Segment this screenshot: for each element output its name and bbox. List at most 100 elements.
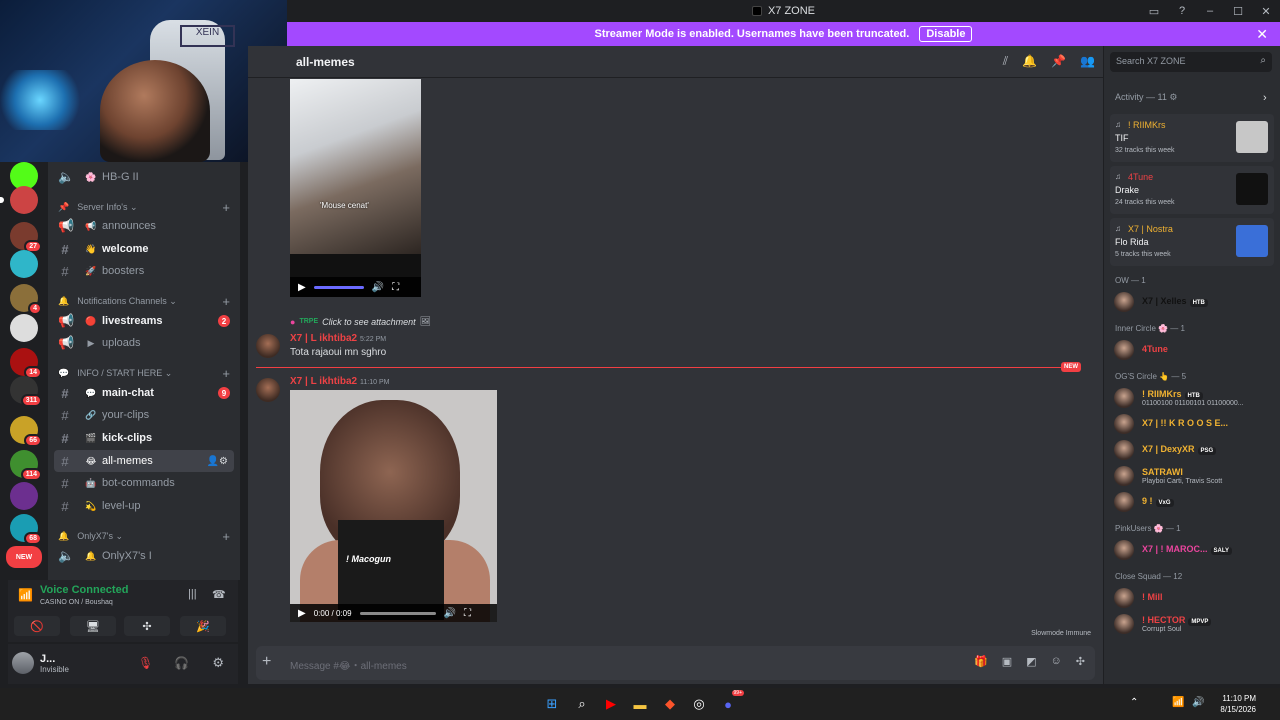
channel-settings-icon[interactable]: 👤⚙ [207,456,228,467]
close-banner-icon[interactable]: ✕ [1256,26,1268,43]
emoji-icon[interactable]: ☺ [1051,655,1062,668]
mic-muted-icon[interactable]: 🎙 [138,656,153,670]
play-icon[interactable]: ▶ [298,282,306,293]
avatar[interactable] [256,334,280,358]
channel-main-chat[interactable]: # 💬 main-chat 9 [54,382,234,404]
member-group-header[interactable]: Close Squad — 12 [1115,572,1182,581]
screen-share-button[interactable]: 🖥 [70,616,116,636]
channel-uploads[interactable]: 📢 ▶ uploads [54,332,234,354]
search-input[interactable]: Search X7 ZONE ⌕ [1110,52,1272,72]
avatar[interactable] [256,378,280,402]
volume-icon[interactable]: 🔊 [1192,697,1204,708]
member-row[interactable]: ! Mill [1110,586,1274,610]
voice-channel-name[interactable]: CASINO ON / Boushaq [40,599,113,606]
channel-announces[interactable]: 📢 📢 announces [54,215,234,237]
category-info-start-here[interactable]: 💬 INFO / START HERE ⌄ + [58,364,234,382]
gif-icon[interactable]: ▣ [1002,655,1012,668]
server-icon[interactable]: 114 [10,450,42,481]
help-icon[interactable]: ? [1168,5,1196,17]
youtube-icon[interactable]: ▶ [601,694,621,714]
avatar[interactable] [12,652,34,674]
add-channel-icon[interactable]: + [222,200,230,215]
close-window-button[interactable]: ✕ [1252,5,1280,18]
tray-chevron-icon[interactable]: ⌃ [1130,697,1138,708]
volume-icon[interactable]: 🔊 [372,282,384,293]
file-explorer-icon[interactable]: ▬ [630,694,650,714]
member-row[interactable]: X7 | DexyXR PSG [1110,438,1274,462]
soundboard-button[interactable]: 🎉 [180,616,226,636]
activity-header[interactable]: Activity — 11 ⚙ › [1115,92,1267,104]
member-row[interactable]: X7 | ! MAROC... SALY [1110,538,1274,562]
channel-livestreams[interactable]: 📢 🔴 livestreams 2 [54,310,234,332]
message-input[interactable]: Message #😂・all-memes [290,657,407,672]
server-icon[interactable] [10,314,38,342]
member-row[interactable]: ! HECTOR MPVP Corrupt Soul [1110,612,1274,636]
category-server-info[interactable]: 📌 Server Info's ⌄ + [58,198,234,216]
member-row[interactable]: X7 | Xelles HTB [1110,290,1274,314]
headphones-deafened-icon[interactable]: 🎧 [174,656,189,670]
video-attachment[interactable]: 'Mouse cenat' ▶ 🔊 ⛶ [290,79,421,297]
gift-icon[interactable]: 🎁 [974,655,988,668]
noise-suppression-icon[interactable]: ||| [188,588,197,600]
channel-kick-clips[interactable]: # 🎬 kick-clips [54,427,234,449]
chevron-right-icon[interactable]: › [1263,92,1267,104]
activities-button[interactable]: ✣ [124,616,170,636]
category-notifications[interactable]: 🔔 Notifications Channels ⌄ + [58,292,234,310]
channel-boosters[interactable]: # 🚀 boosters [54,260,234,282]
server-icon[interactable] [10,250,38,278]
activity-card[interactable]: ♫ 4Tune Drake 24 tracks this week [1110,166,1274,214]
member-row[interactable]: ! RIIMKrs HTB 01100100 01100101 01100000..… [1110,386,1274,410]
discord-icon[interactable]: ● 99+ [718,690,744,714]
channel-all-memes[interactable]: # 😂 all-memes 👤⚙ [54,450,234,472]
disconnect-icon[interactable]: ☎ [212,588,226,601]
brave-browser-icon[interactable]: ◆ [660,694,680,714]
server-icon[interactable] [0,186,38,214]
fullscreen-icon[interactable]: ⛶ [392,282,399,293]
channel-welcome[interactable]: # 👋 welcome [54,238,234,260]
message-composer[interactable]: + Message #😂・all-memes 🎁 ▣ ◩ ☺ ✣ [256,646,1095,680]
video-progress[interactable] [313,285,364,289]
activity-card[interactable]: ♫ X7 | Nostra Flo Rida 5 tracks this week [1110,218,1274,266]
video-progress[interactable] [359,611,436,615]
channel-level-up[interactable]: # 💫 level-up [54,495,234,517]
server-icon[interactable]: 27 [10,222,42,253]
maximize-button[interactable]: ☐ [1224,5,1252,18]
member-group-header[interactable]: PinkUsers 🌸 — 1 [1115,524,1181,533]
disable-streamer-mode-button[interactable]: Disable [919,26,973,42]
inbox-icon[interactable]: ▭ [1140,5,1168,18]
member-row[interactable]: X7 | !! K R O O S E... [1110,412,1274,436]
channel-onlyx7s-i[interactable]: 🔈 🔔 OnlyX7's I [54,545,234,567]
server-icon[interactable]: 14 [10,348,42,379]
bell-icon[interactable]: 🔔 [1022,54,1037,69]
volume-icon[interactable]: 🔊 [444,608,456,619]
pin-icon[interactable]: 📌 [1051,54,1066,69]
server-icon[interactable] [10,482,38,510]
search-icon[interactable]: ⌕ [572,694,592,714]
server-icon[interactable]: 4 [10,284,42,315]
message-author[interactable]: X7 | L ikhtiba2 [290,376,357,387]
network-icon[interactable]: 📶 [1172,697,1184,708]
member-group-header[interactable]: OG'S Circle 👆 — 5 [1115,372,1186,381]
attach-plus-icon[interactable]: + [262,653,271,671]
sticker-icon[interactable]: ◩ [1026,655,1036,668]
server-icon[interactable]: 68 [10,514,42,545]
reply-preview[interactable]: ● TRPE Click to see attachment 🖼 [290,316,431,327]
server-icon[interactable]: 66 [10,416,42,447]
add-channel-icon[interactable]: + [222,529,230,544]
members-icon[interactable]: 👥 [1080,54,1095,69]
channel-hb-g-ii[interactable]: 🔈 🌸 HB-G II [54,166,234,188]
minimize-button[interactable]: – [1196,5,1224,17]
fullscreen-icon[interactable]: ⛶ [464,608,471,619]
system-clock[interactable]: 11:10 PM 8/15/2026 [1220,693,1256,715]
channel-your-clips[interactable]: # 🔗 your-clips [54,404,234,426]
windows-start-icon[interactable]: ⊞ [542,694,562,714]
member-row[interactable]: 4Tune [1110,338,1274,362]
gear-icon[interactable]: ⚙ [212,655,224,671]
message-author[interactable]: X7 | L ikhtiba2 [290,333,357,344]
video-attachment[interactable]: ! Macogun ▶ 0:00 / 0:09 🔊 ⛶ [290,390,497,622]
play-icon[interactable]: ▶ [298,608,306,619]
threads-icon[interactable]: ⫽ [1003,54,1008,69]
member-group-header[interactable]: Inner Circle 🌸 — 1 [1115,324,1185,333]
member-group-header[interactable]: OW — 1 [1115,276,1146,285]
add-channel-icon[interactable]: + [222,294,230,309]
